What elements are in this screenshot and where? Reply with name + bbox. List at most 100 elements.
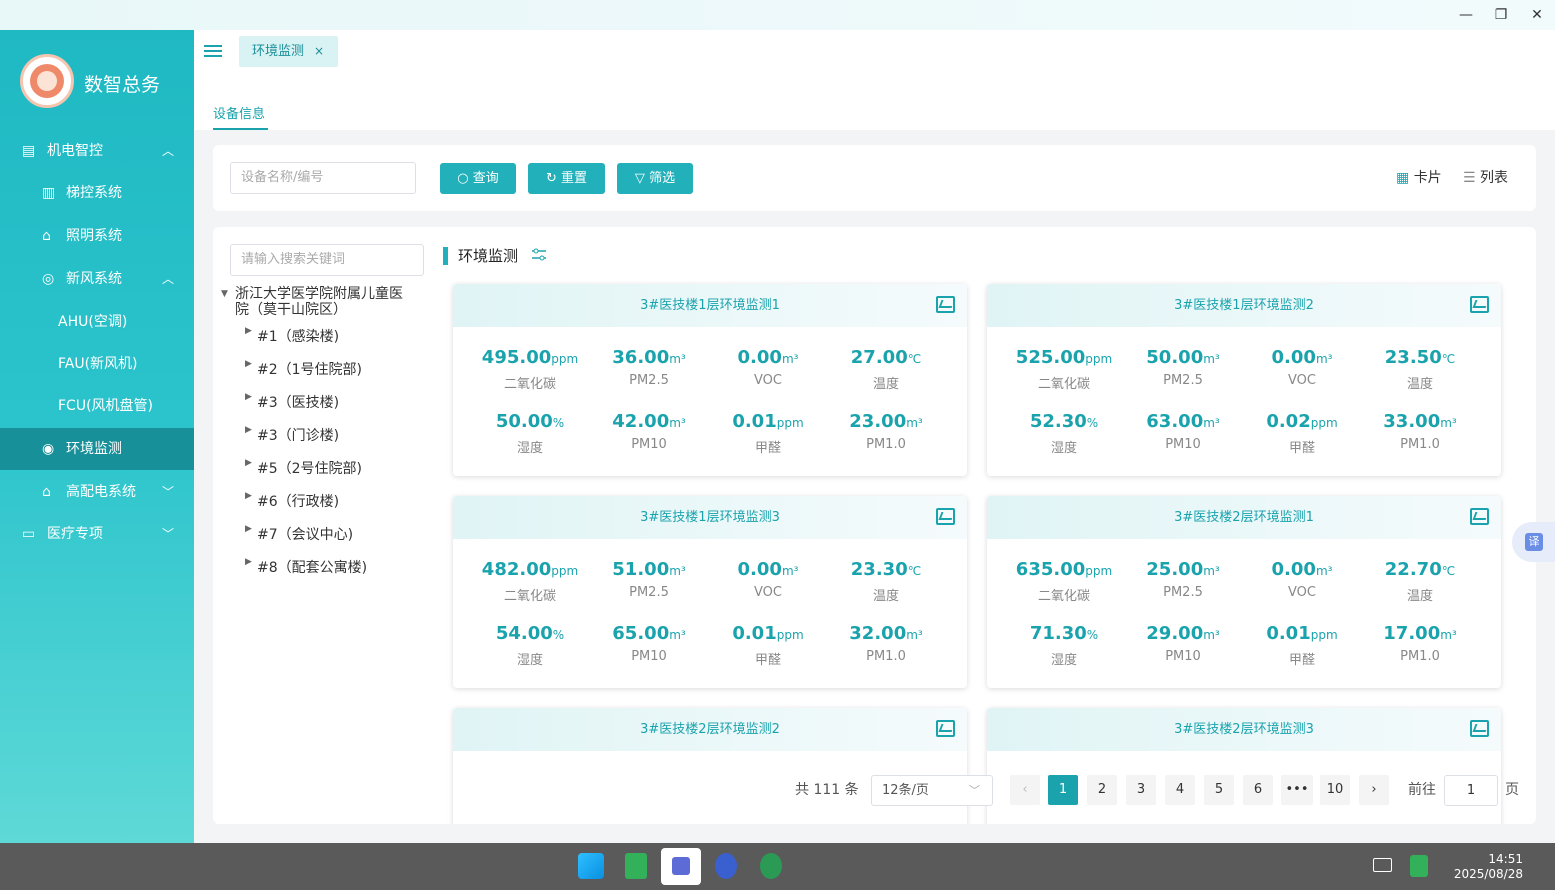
metric-label: 二氧化碳	[503, 589, 556, 604]
tab-environment[interactable]: 环境监测 ×	[239, 36, 338, 67]
tree-node[interactable]: ▶ #6（行政楼)	[245, 491, 339, 511]
metric-4: 54.00% 湿度	[471, 623, 589, 668]
metric-value: 33.00m³	[1361, 411, 1479, 434]
device-search-input[interactable]: 设备名称/编号	[230, 162, 416, 194]
tree-node[interactable]: ▶ #8（配套公寓楼)	[245, 557, 367, 577]
card-view-toggle[interactable]: ▦ 卡片	[1396, 167, 1442, 187]
app-active-slot[interactable]	[661, 848, 701, 885]
page-size-select[interactable]: 12条/页 ﹀	[871, 775, 993, 806]
chart-monitor-icon[interactable]	[1470, 508, 1489, 525]
list-view-toggle[interactable]: ☰ 列表	[1463, 167, 1508, 187]
tree-node[interactable]: ▶ #3（门诊楼)	[245, 425, 339, 445]
filter-button[interactable]: ▽ 筛选	[617, 163, 693, 194]
translate-button[interactable]: 译	[1512, 522, 1555, 562]
app-notes-icon[interactable]	[625, 853, 647, 879]
chevron-up-icon[interactable]: ︿	[162, 130, 174, 172]
metric-number: 27.00	[850, 347, 908, 368]
sidebar-item-label: FAU(新风机)	[58, 356, 138, 372]
chevron-down-icon[interactable]: ﹀	[162, 471, 174, 513]
chevron-up-icon[interactable]: ︿	[162, 258, 174, 300]
more-pages-button[interactable]: •••	[1281, 775, 1313, 805]
prev-page-button[interactable]: ‹	[1010, 775, 1040, 805]
page-button[interactable]: 10	[1320, 775, 1350, 805]
sidebar-item-9[interactable]: ▭ 医疗专项 ﹀	[0, 513, 194, 555]
chevron-down-icon[interactable]: ﹀	[162, 513, 174, 555]
restore-button[interactable]: ❐	[1491, 6, 1511, 24]
clock-date: 2025/08/28	[1453, 867, 1523, 881]
tree-node[interactable]: ▶ #5（2号住院部)	[245, 458, 363, 478]
sidebar-item-7[interactable]: ◉ 环境监测	[0, 428, 194, 470]
card-header: 3#医技楼2层环境监测3	[987, 708, 1501, 751]
chart-monitor-icon[interactable]	[1470, 720, 1489, 737]
metric-label: PM1.0	[866, 649, 906, 664]
tree-node[interactable]: ▶ #2（1号住院部)	[245, 359, 362, 379]
list-icon: ☰	[1463, 170, 1481, 186]
tree-node[interactable]: ▶ #1（感染楼)	[245, 326, 339, 346]
tree-node[interactable]: ▶ #3（医技楼)	[245, 392, 339, 412]
sidebar-item-4[interactable]: AHU(空调)	[0, 301, 194, 343]
filter-icon: ▽	[634, 171, 650, 186]
metric-number: 635.00	[1015, 559, 1086, 580]
sidebar-item-3[interactable]: ◎ 新风系统 ︿	[0, 258, 194, 300]
monitor-card[interactable]: 3#医技楼1层环境监测1 495.00ppm 二氧化碳 36.00m³ PM2.5 0.0…	[453, 284, 967, 476]
page-button[interactable]: 3	[1126, 775, 1156, 805]
metric-value: 50.00%	[471, 411, 589, 434]
goto-page-input[interactable]: 1	[1444, 775, 1498, 806]
settings-sliders-icon[interactable]	[531, 248, 547, 262]
fresh-air-icon: ◎	[42, 271, 55, 287]
goto-suffix: 页	[1505, 782, 1519, 798]
metric-0: 495.00ppm 二氧化碳	[471, 347, 589, 392]
minimize-button[interactable]: —	[1456, 6, 1476, 24]
reset-button[interactable]: ↻ 重置	[528, 163, 605, 194]
tree-search-input[interactable]: 请输入搜索关键词	[230, 244, 424, 276]
monitor-card[interactable]: 3#医技楼2层环境监测1 635.00ppm 二氧化碳 25.00m³ PM2.5 0.0…	[987, 496, 1501, 688]
card-header: 3#医技楼2层环境监测2	[453, 708, 967, 751]
page-button[interactable]: 5	[1204, 775, 1234, 805]
metric-4: 52.30% 湿度	[1005, 411, 1123, 456]
mail-icon[interactable]	[1373, 858, 1392, 872]
next-page-button[interactable]: ›	[1359, 775, 1389, 805]
tree-node-label: #5（2号住院部)	[257, 461, 363, 477]
sidebar-item-1[interactable]: ▥ 梯控系统	[0, 172, 194, 214]
tree-node[interactable]: ▶ #7（会议中心)	[245, 524, 353, 544]
sidebar-item-2[interactable]: ⌂ 照明系统	[0, 215, 194, 257]
chart-monitor-icon[interactable]	[936, 296, 955, 313]
sidebar-item-6[interactable]: FCU(风机盘管)	[0, 385, 194, 427]
page-button[interactable]: 6	[1243, 775, 1273, 805]
tray-notes-icon[interactable]	[1410, 855, 1428, 877]
sidebar-item-8[interactable]: ⌂ 高配电系统 ﹀	[0, 471, 194, 513]
sidebar-item-5[interactable]: FAU(新风机)	[0, 343, 194, 385]
card-header: 3#医技楼1层环境监测1	[453, 284, 967, 327]
power-icon: ⌂	[42, 484, 51, 500]
query-button[interactable]: ○ 查询	[440, 163, 516, 194]
metric-5: 65.00m³ PM10	[590, 623, 708, 664]
caret-right-icon: ▶	[245, 491, 252, 501]
sidebar-item-label: 高配电系统	[66, 484, 136, 500]
refresh-icon: ↻	[545, 171, 561, 186]
windows-start-icon[interactable]	[578, 853, 604, 879]
tree-root-node[interactable]: ▼ 浙江大学医学院附属儿童医院（莫干山院区）	[221, 286, 415, 318]
tab-close-icon[interactable]: ×	[314, 36, 324, 67]
menu-toggle-icon[interactable]	[204, 42, 222, 60]
close-window-button[interactable]: ✕	[1527, 6, 1547, 24]
page-button[interactable]: 4	[1165, 775, 1195, 805]
metric-value: 25.00m³	[1124, 559, 1242, 582]
sidebar: 数智总务 ▤ 机电智控 ︿ ▥ 梯控系统 ⌂ 照明系统 ◎ 新风系统 ︿ AHU(空调) FAU(新风…	[0, 30, 194, 843]
monitor-card[interactable]: 3#医技楼2层环境监测2	[453, 708, 967, 824]
chart-monitor-icon[interactable]	[936, 508, 955, 525]
monitor-card[interactable]: 3#医技楼1层环境监测2 525.00ppm 二氧化碳 50.00m³ PM2.5 0.0…	[987, 284, 1501, 476]
monitor-icon: ▭	[22, 526, 36, 542]
page-button[interactable]: 1	[1048, 775, 1078, 805]
app-user-icon[interactable]	[715, 853, 737, 879]
chart-monitor-icon[interactable]	[936, 720, 955, 737]
subtab-underline	[213, 128, 268, 130]
metric-3: 22.70℃ 温度	[1361, 559, 1479, 604]
app-leaf-icon[interactable]	[760, 853, 782, 879]
monitor-card[interactable]: 3#医技楼2层环境监测3	[987, 708, 1501, 824]
page-button[interactable]: 2	[1087, 775, 1117, 805]
tab-device-info[interactable]: 设备信息	[213, 103, 265, 122]
monitor-card[interactable]: 3#医技楼1层环境监测3 482.00ppm 二氧化碳 51.00m³ PM2.5 0.0…	[453, 496, 967, 688]
metric-unit: ppm	[551, 352, 579, 366]
chart-monitor-icon[interactable]	[1470, 296, 1489, 313]
sidebar-item-0[interactable]: ▤ 机电智控 ︿	[0, 130, 194, 172]
